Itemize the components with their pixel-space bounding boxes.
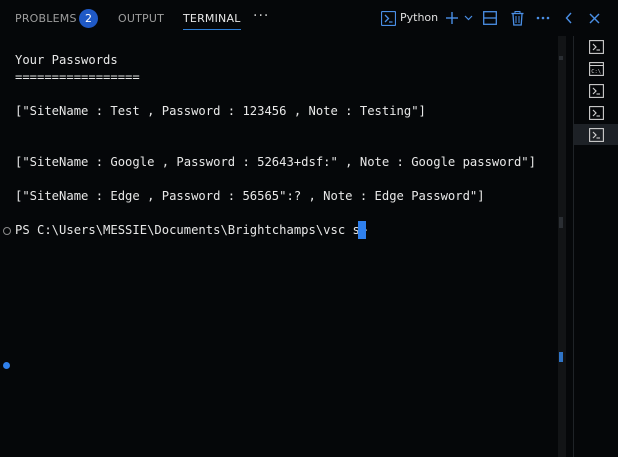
scrollbar-marker <box>559 217 563 228</box>
terminal-output[interactable]: Your Passwords ================= ["SiteN… <box>15 51 536 237</box>
terminal-prompt: PS C:\Users\MESSIE\Documents\Brightchamp… <box>15 223 368 237</box>
terminal-list-item[interactable] <box>574 80 618 101</box>
terminal-line: ["SiteName : Edge , Password : 56565":? … <box>15 189 485 203</box>
svg-text:C:\: C:\ <box>591 69 601 75</box>
terminal-profile-label[interactable]: Python <box>400 11 438 24</box>
terminal-icon <box>588 127 604 142</box>
plus-icon[interactable] <box>444 9 460 27</box>
panel-tab-bar: PROBLEMS 2 OUTPUT TERMINAL ··· Python <box>0 0 618 36</box>
terminal-list-item-active[interactable] <box>574 124 618 145</box>
terminal-icon <box>588 39 604 54</box>
terminal-icon <box>588 105 604 120</box>
terminal-icon[interactable] <box>380 9 396 27</box>
tab-terminal[interactable]: TERMINAL <box>183 11 241 30</box>
terminal-icon <box>588 83 604 98</box>
chevron-down-icon[interactable] <box>462 9 474 27</box>
terminal-list-item[interactable] <box>574 36 618 57</box>
terminal-line: ["SiteName : Google , Password : 52643+d… <box>15 155 536 169</box>
terminal-scrollbar[interactable] <box>558 36 566 457</box>
scrollbar-marker <box>559 352 563 362</box>
scrollbar-marker <box>559 56 563 60</box>
terminal-line: ================= <box>15 70 140 84</box>
more-tabs-button[interactable]: ··· <box>253 8 269 24</box>
ellipsis-icon[interactable] <box>535 9 551 27</box>
terminal-line: Your Passwords <box>15 53 118 67</box>
terminal-cursor <box>358 221 366 239</box>
close-icon[interactable] <box>587 9 601 27</box>
terminal-panel: PROBLEMS 2 OUTPUT TERMINAL ··· Python Yo… <box>0 0 618 457</box>
command-decoration-icon[interactable] <box>3 227 11 235</box>
tab-problems[interactable]: PROBLEMS <box>15 11 77 29</box>
trash-icon[interactable] <box>509 9 525 27</box>
tab-output[interactable]: OUTPUT <box>118 11 164 29</box>
terminal-list-item[interactable]: C:\ <box>574 58 618 79</box>
chevron-left-icon[interactable] <box>562 9 574 27</box>
split-icon[interactable] <box>482 9 498 27</box>
terminal-list-item[interactable] <box>574 102 618 123</box>
terminal-line: ["SiteName : Test , Password : 123456 , … <box>15 104 426 118</box>
command-decoration-icon[interactable] <box>3 362 10 369</box>
problems-count-badge: 2 <box>79 9 98 28</box>
cmd-terminal-icon: C:\ <box>588 61 604 76</box>
